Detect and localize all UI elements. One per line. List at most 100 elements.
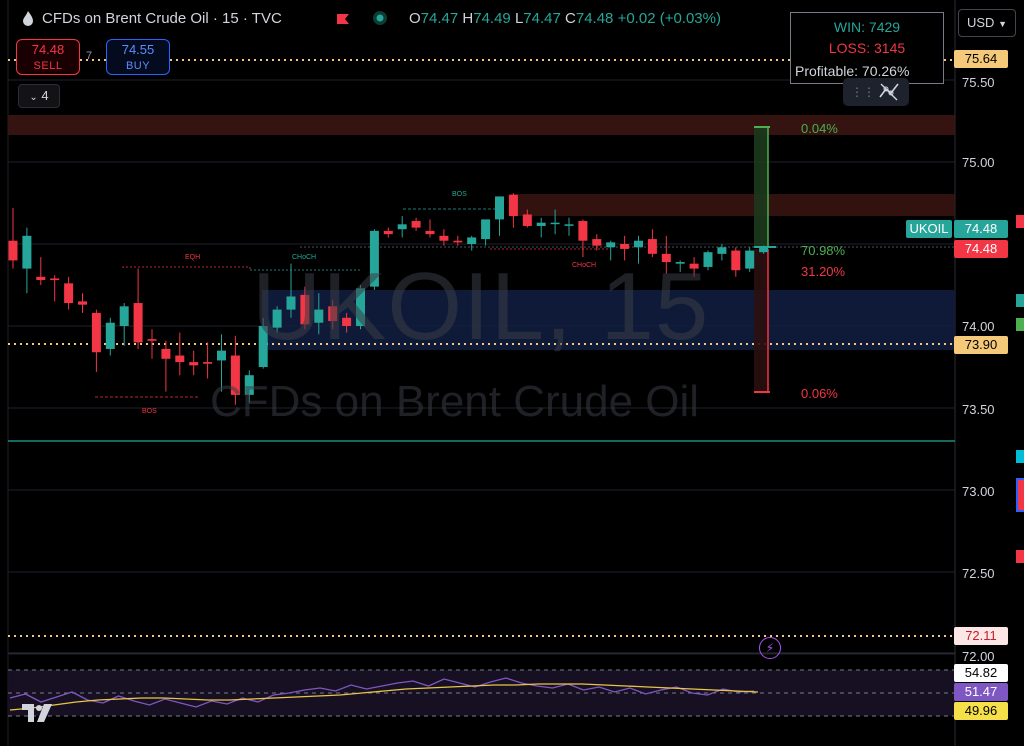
currency-selector[interactable]: USD ▼	[958, 9, 1016, 37]
bos-label-top: BOS	[452, 191, 467, 198]
price-axis-tick: 75.50	[962, 75, 995, 90]
win-probability-pct: 70.98%	[801, 243, 846, 258]
ohlc-low: 74.47	[523, 10, 561, 27]
candle-body	[731, 250, 741, 271]
candle-body	[217, 350, 226, 361]
alert-marker[interactable]	[1016, 450, 1024, 463]
price-axis-tick: 75.00	[962, 155, 995, 170]
candle-body	[425, 230, 435, 235]
take-profit-pct: 0.04%	[801, 121, 838, 136]
chevron-down-icon: ▼	[998, 19, 1007, 29]
candle-body	[50, 278, 60, 281]
candle-body	[550, 222, 560, 225]
ohlc-close: 74.48	[575, 10, 614, 27]
symbol-tag: UKOIL	[906, 220, 952, 238]
alert-marker[interactable]	[1016, 318, 1024, 331]
sell-label: SELL	[33, 60, 63, 72]
level-badge-low: 72.11	[954, 627, 1008, 645]
candle-body	[634, 240, 643, 248]
status-dot-icon[interactable]	[372, 10, 388, 30]
candle-body	[564, 224, 574, 226]
order-block-bear	[510, 194, 955, 216]
last-price-badge: 74.48	[954, 240, 1008, 258]
price-axis-tick: 72.00	[962, 649, 995, 664]
candle-body	[91, 312, 101, 353]
alert-marker[interactable]	[1016, 294, 1024, 307]
candle-body	[578, 221, 588, 241]
candle-body	[522, 214, 532, 226]
price-axis-tick: 72.50	[962, 566, 995, 581]
drawing-toolbar[interactable]: ⋮⋮	[843, 78, 909, 106]
buy-price: 74.55	[121, 42, 155, 57]
rsi-upper-badge: 54.82	[954, 664, 1008, 682]
alert-marker[interactable]	[1016, 478, 1024, 512]
candle-body	[161, 348, 171, 359]
alert-marker[interactable]	[1016, 215, 1024, 228]
price-axis-tick: 73.00	[962, 484, 995, 499]
candle-body	[175, 355, 185, 363]
ohlc-values: O74.47 H74.49 L74.47 C74.48 +0.02 (+0.03…	[409, 10, 721, 27]
price-chart[interactable]	[0, 0, 1024, 746]
candle-body	[397, 224, 407, 230]
price-axis-tick: 74.00	[962, 319, 995, 334]
price-axis-tick: 73.50	[962, 402, 995, 417]
ohlc-high-label: H	[462, 10, 474, 27]
stop-loss-pct: 0.06%	[801, 386, 838, 401]
candle-body	[453, 240, 463, 243]
rsi-lower-badge: 49.96	[954, 702, 1008, 720]
spread-value: 7	[86, 50, 93, 62]
candle-body	[759, 247, 769, 253]
sell-price: 74.48	[31, 42, 65, 57]
candle-body	[8, 240, 18, 261]
candle-body	[592, 239, 602, 246]
profitable-rate: Profitable: 70.26%	[795, 63, 910, 79]
ohlc-change: +0.02 (+0.03%)	[617, 10, 721, 27]
chevron-down-icon: ⌄	[29, 92, 38, 103]
candle-body	[64, 283, 74, 304]
flame-icon	[22, 10, 34, 30]
candle-body	[36, 276, 46, 281]
buy-button[interactable]: 74.55 BUY	[106, 39, 170, 75]
candle-body	[536, 222, 546, 226]
choch-label-left: CHoCH	[292, 254, 317, 261]
lightning-icon[interactable]: ⚡	[759, 637, 781, 659]
candle-body	[495, 196, 504, 220]
ohlc-close-label: C	[565, 10, 576, 27]
symbol-price-badge: 74.48	[954, 220, 1008, 238]
candle-body	[467, 237, 477, 244]
currency-label: USD	[967, 15, 995, 30]
candle-body	[22, 235, 32, 269]
watermark-symbol: UKOIL, 15	[252, 253, 710, 360]
symbol-title[interactable]: CFDs on Brent Crude Oil · 15 · TVC	[42, 10, 282, 27]
candle-body	[439, 235, 449, 241]
watermark-description: CFDs on Brent Crude Oil	[210, 377, 700, 426]
bos-label-bottom: BOS	[142, 408, 157, 415]
win-count: WIN: 7429	[833, 19, 901, 35]
candle-body	[203, 362, 213, 364]
candle-body	[147, 339, 157, 341]
loss-probability-pct: 31.20%	[801, 264, 846, 279]
win-loss-panel: WIN: 7429 LOSS: 3145 Profitable: 70.26%	[790, 12, 944, 84]
drawing-tools-icon[interactable]	[877, 79, 901, 113]
candle-body	[189, 362, 199, 366]
ohlc-open-label: O	[409, 10, 421, 27]
sell-button[interactable]: 74.48 SELL	[16, 39, 80, 75]
indicators-collapse-button[interactable]: ⌄ 4	[18, 84, 60, 108]
candle-body	[105, 322, 115, 349]
ohlc-open: 74.47	[420, 10, 459, 27]
eqh-label: EQH	[185, 254, 201, 261]
candle-body	[411, 221, 421, 228]
level-badge-top: 75.64	[954, 50, 1008, 68]
candle-body	[717, 247, 727, 254]
flag-icon[interactable]	[336, 12, 350, 29]
candle-body	[745, 250, 755, 269]
rsi-value-badge: 51.47	[954, 683, 1008, 701]
drag-handle-icon[interactable]: ⋮⋮	[851, 78, 875, 106]
candle-body	[119, 306, 129, 326]
candle-body	[481, 219, 491, 240]
choch-label-right: CHoCH	[572, 262, 597, 269]
ohlc-high: 74.49	[473, 10, 511, 27]
alert-marker[interactable]	[1016, 550, 1024, 563]
indicators-count: 4	[41, 88, 49, 103]
candle-body	[133, 303, 143, 343]
